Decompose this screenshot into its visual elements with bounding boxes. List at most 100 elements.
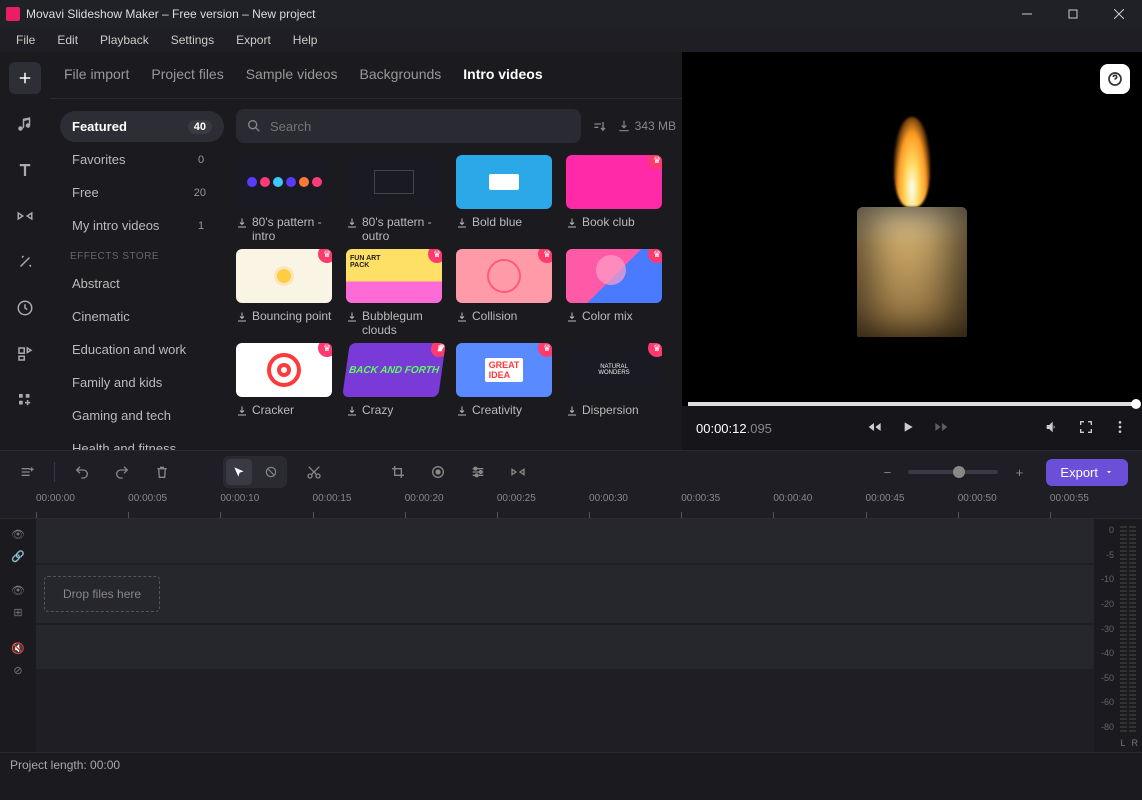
premium-badge: ♛ [648, 343, 662, 357]
tab-backgrounds[interactable]: Backgrounds [360, 66, 442, 88]
clip-props-button[interactable] [505, 459, 531, 485]
sort-button[interactable] [591, 118, 607, 134]
template-card[interactable]: ♛Bouncing point [236, 249, 332, 337]
track-row[interactable] [36, 625, 1094, 669]
search-box[interactable] [236, 109, 581, 143]
scrub-bar[interactable] [688, 402, 1136, 406]
preview-panel: 00:00:12.095 [682, 52, 1142, 450]
template-label: Book club [582, 215, 635, 229]
record-button[interactable] [425, 459, 451, 485]
audio-tool[interactable] [9, 108, 41, 140]
undo-button[interactable] [69, 459, 95, 485]
sidebar-item-abstract[interactable]: Abstract [60, 268, 224, 299]
tab-intro-videos[interactable]: Intro videos [463, 66, 542, 88]
search-input[interactable] [270, 119, 571, 134]
playback-time: 00:00:12.095 [696, 421, 772, 436]
titles-tool[interactable] [9, 154, 41, 186]
drop-files-hint[interactable]: Drop files here [44, 576, 160, 612]
ruler-mark: 00:00:50 [958, 493, 1050, 518]
crop-button[interactable] [385, 459, 411, 485]
template-card[interactable]: 80's pattern - intro [236, 155, 332, 243]
track-mute-icon[interactable]: 🔇 [0, 637, 36, 659]
tracks-area[interactable]: Drop files here [36, 519, 1094, 752]
template-card[interactable]: ♛ Book club [566, 155, 662, 243]
transition-wizard-button[interactable] [14, 459, 40, 485]
download-size[interactable]: 343 MB [617, 119, 676, 133]
template-card[interactable]: ♛Collision [456, 249, 552, 337]
close-button[interactable] [1096, 0, 1142, 28]
select-tool[interactable] [226, 459, 252, 485]
menu-playback[interactable]: Playback [90, 31, 159, 49]
cut-button[interactable] [301, 459, 327, 485]
template-card[interactable]: Bold blue [456, 155, 552, 243]
delete-button[interactable] [149, 459, 175, 485]
download-icon [236, 405, 248, 417]
transitions-tool[interactable] [9, 200, 41, 232]
sidebar-item-my-intro[interactable]: My intro videos1 [60, 210, 224, 241]
sidebar-item-cinematic[interactable]: Cinematic [60, 301, 224, 332]
sidebar-item-family[interactable]: Family and kids [60, 367, 224, 398]
count-badge: 0 [190, 153, 212, 167]
template-card[interactable]: BACK AND FORTH♛Crazy [346, 343, 442, 417]
menu-help[interactable]: Help [283, 31, 328, 49]
zoom-slider[interactable] [908, 470, 998, 474]
volume-button[interactable] [1044, 419, 1060, 438]
template-thumbnail: ♛ [456, 249, 552, 303]
stickers-tool[interactable] [9, 292, 41, 324]
track-effects-icon[interactable]: ⊞ [0, 601, 36, 623]
sidebar-item-favorites[interactable]: Favorites0 [60, 144, 224, 175]
template-card[interactable]: ♛Bubblegum clouds [346, 249, 442, 337]
elements-tool[interactable] [9, 338, 41, 370]
redo-button[interactable] [109, 459, 135, 485]
premium-badge: ♛ [648, 155, 662, 169]
sidebar-item-free[interactable]: Free20 [60, 177, 224, 208]
vu-meter: 0-5-10-20-30-40-50-60-80 LR [1094, 519, 1142, 752]
candle-graphic [852, 117, 972, 337]
preview-canvas[interactable] [682, 52, 1142, 402]
template-card[interactable]: GREATIDEA♛Creativity [456, 343, 552, 417]
menu-edit[interactable]: Edit [47, 31, 88, 49]
timeline-ruler[interactable]: 00:00:0000:00:0500:00:1000:00:1500:00:20… [0, 493, 1142, 519]
tab-project-files[interactable]: Project files [151, 66, 223, 88]
prev-button[interactable] [866, 419, 882, 438]
ruler-mark: 00:00:20 [405, 493, 497, 518]
play-button[interactable] [900, 419, 916, 438]
track-visibility-icon[interactable]: 👁 [0, 579, 36, 601]
sidebar-item-education[interactable]: Education and work [60, 334, 224, 365]
effects-tool[interactable] [9, 246, 41, 278]
color-adjust-button[interactable] [465, 459, 491, 485]
track-row-main[interactable]: Drop files here [36, 565, 1094, 623]
download-icon [346, 311, 358, 323]
sidebar-item-gaming[interactable]: Gaming and tech [60, 400, 224, 431]
zoom-in-button[interactable]: + [1006, 459, 1032, 485]
menu-settings[interactable]: Settings [161, 31, 224, 49]
more-button[interactable] [1112, 419, 1128, 438]
menu-export[interactable]: Export [226, 31, 281, 49]
template-card[interactable]: ♛Cracker [236, 343, 332, 417]
menu-file[interactable]: File [6, 31, 45, 49]
track-link-icon[interactable]: 🔗 [0, 545, 36, 567]
track-unlink-icon[interactable]: ⊘ [0, 659, 36, 681]
export-button[interactable]: Export [1046, 459, 1128, 486]
disable-tool[interactable] [258, 459, 284, 485]
template-label: 80's pattern - intro [252, 215, 332, 243]
zoom-out-button[interactable]: − [874, 459, 900, 485]
sidebar-item-label: My intro videos [72, 218, 159, 233]
ruler-mark: 00:00:30 [589, 493, 681, 518]
add-media-button[interactable] [9, 62, 41, 94]
track-visibility-icon[interactable]: 👁 [0, 523, 36, 545]
sidebar-item-featured[interactable]: Featured40 [60, 111, 224, 142]
maximize-button[interactable] [1050, 0, 1096, 28]
sidebar-item-label: Gaming and tech [72, 408, 171, 423]
fullscreen-button[interactable] [1078, 419, 1094, 438]
sidebar-item-health[interactable]: Health and fitness [60, 433, 224, 450]
template-card[interactable]: 80's pattern - outro [346, 155, 442, 243]
tab-file-import[interactable]: File import [64, 66, 129, 88]
tab-sample-videos[interactable]: Sample videos [246, 66, 338, 88]
next-button[interactable] [934, 419, 950, 438]
minimize-button[interactable] [1004, 0, 1050, 28]
template-card[interactable]: ♛Color mix [566, 249, 662, 337]
template-card[interactable]: NATURALWONDERS♛Dispersion [566, 343, 662, 417]
track-row[interactable] [36, 519, 1094, 563]
more-tools[interactable] [9, 384, 41, 416]
